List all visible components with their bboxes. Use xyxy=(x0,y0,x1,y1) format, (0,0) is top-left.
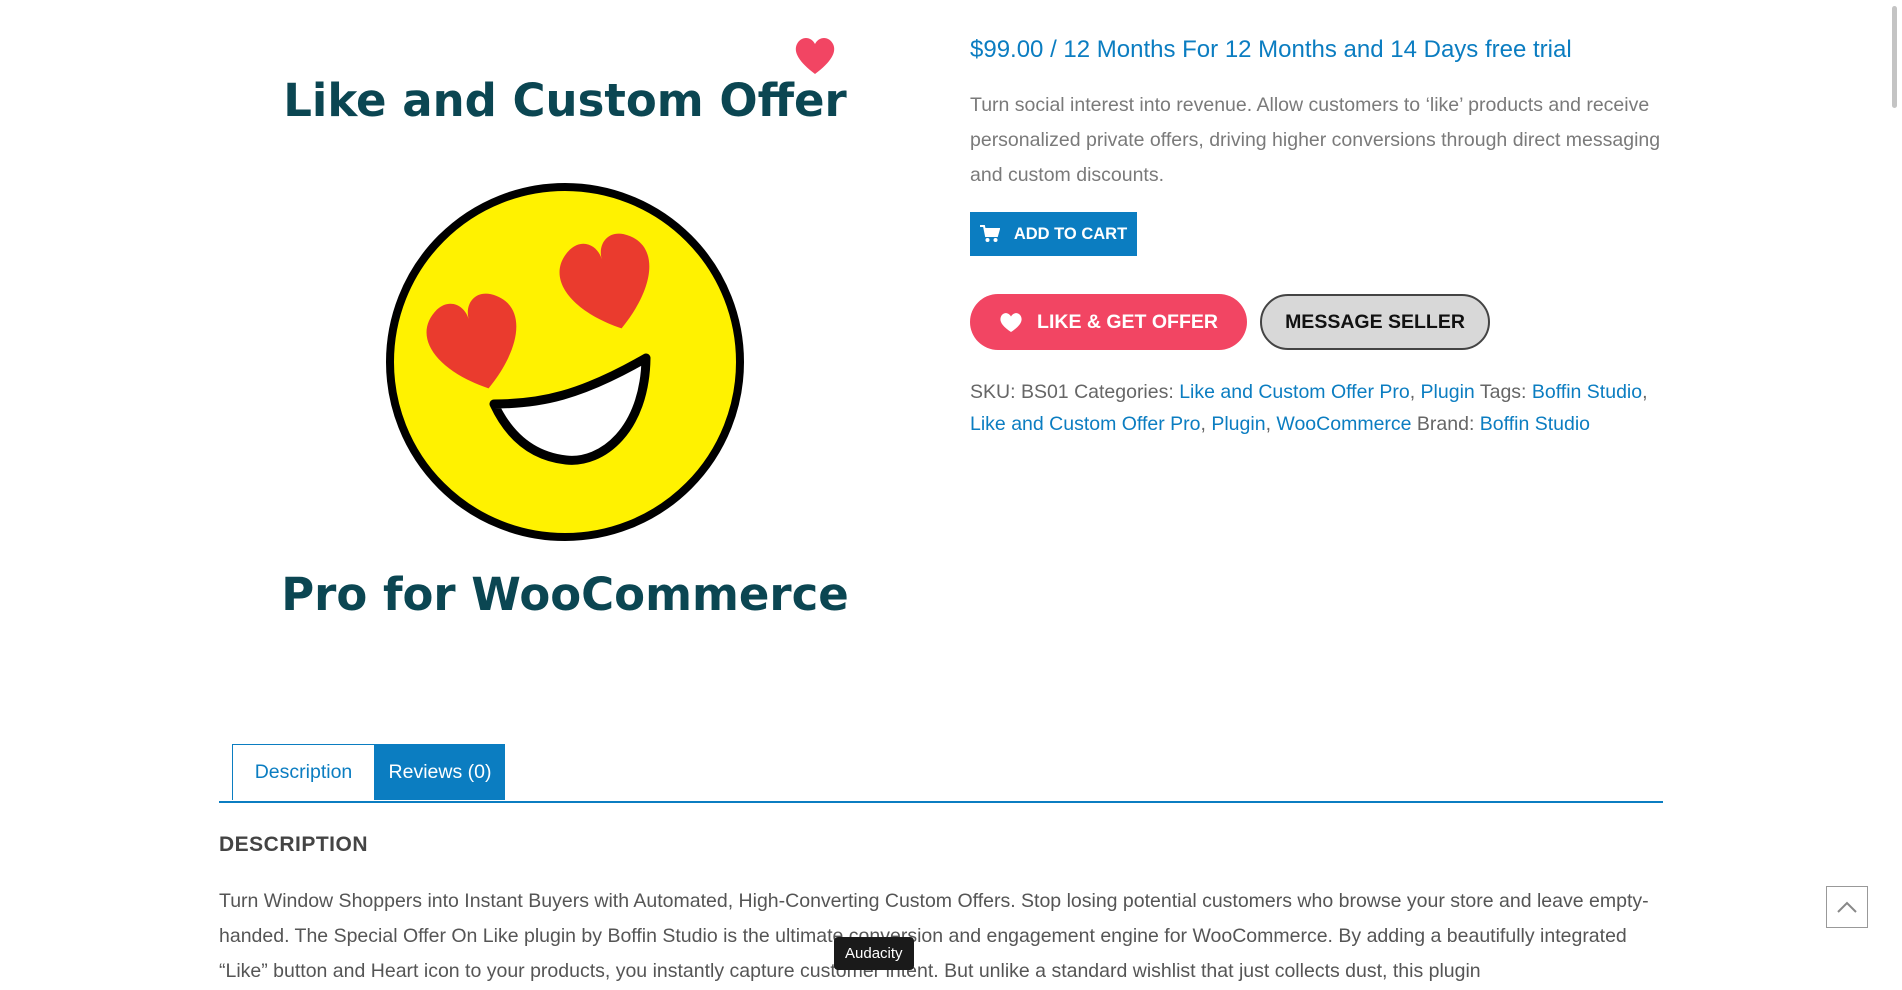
scroll-to-top-button[interactable] xyxy=(1826,886,1868,928)
image-title-line1: Like and Custom Offer xyxy=(283,74,847,127)
product-price: $99.00 / 12 Months For 12 Months and 14 … xyxy=(970,36,1572,63)
tab-reviews[interactable]: Reviews (0) xyxy=(375,744,505,800)
tag-link[interactable]: Like and Custom Offer Pro xyxy=(970,413,1201,435)
category-link[interactable]: Plugin xyxy=(1421,381,1475,403)
description-body: Turn Window Shoppers into Instant Buyers… xyxy=(219,890,1649,982)
cart-icon xyxy=(979,225,1000,242)
categories-label: Categories: xyxy=(1074,381,1174,403)
like-get-offer-button[interactable]: LIKE & GET OFFER xyxy=(970,294,1247,350)
tag-link[interactable]: WooCommerce xyxy=(1276,413,1411,435)
tags-label: Tags: xyxy=(1479,381,1527,403)
tag-link[interactable]: Boffin Studio xyxy=(1532,381,1642,403)
heart-icon xyxy=(1000,313,1022,332)
message-seller-button[interactable]: MESSAGE SELLER xyxy=(1260,294,1490,350)
chevron-up-icon xyxy=(1837,901,1857,913)
description-heading: DESCRIPTION xyxy=(219,833,369,856)
add-to-cart-label: ADD TO CART xyxy=(1013,224,1128,243)
product-tabs: Description Reviews (0) xyxy=(219,744,1663,803)
brand-link[interactable]: Boffin Studio xyxy=(1480,413,1590,435)
scrollbar-thumb[interactable] xyxy=(1892,6,1897,108)
sku-label: SKU: xyxy=(970,381,1016,403)
wishlist-heart-icon[interactable] xyxy=(793,34,837,78)
category-link[interactable]: Like and Custom Offer Pro xyxy=(1179,381,1410,403)
sku-value: BS01 xyxy=(1020,381,1069,403)
product-image: Like and Custom Offer Pro for WooCommerc… xyxy=(270,20,880,650)
message-seller-label: MESSAGE SELLER xyxy=(1285,310,1465,333)
product-meta: SKU: BS01 Categories: Like and Custom Of… xyxy=(970,381,1648,435)
like-get-offer-label: LIKE & GET OFFER xyxy=(1037,310,1218,333)
taskbar-tooltip: Audacity xyxy=(834,937,914,970)
page-scrollbar[interactable] xyxy=(1886,0,1902,990)
tab-description[interactable]: Description xyxy=(232,744,375,800)
product-short-description: Turn social interest into revenue. Allow… xyxy=(970,94,1661,186)
product-image-graphic: Like and Custom Offer Pro for WooCommerc… xyxy=(281,74,849,621)
brand-label: Brand: xyxy=(1416,413,1475,435)
image-title-line2: Pro for WooCommerce xyxy=(281,568,849,621)
add-to-cart-button[interactable]: ADD TO CART xyxy=(970,212,1137,256)
smiley-face-graphic xyxy=(386,183,744,541)
tag-link[interactable]: Plugin xyxy=(1211,413,1265,435)
